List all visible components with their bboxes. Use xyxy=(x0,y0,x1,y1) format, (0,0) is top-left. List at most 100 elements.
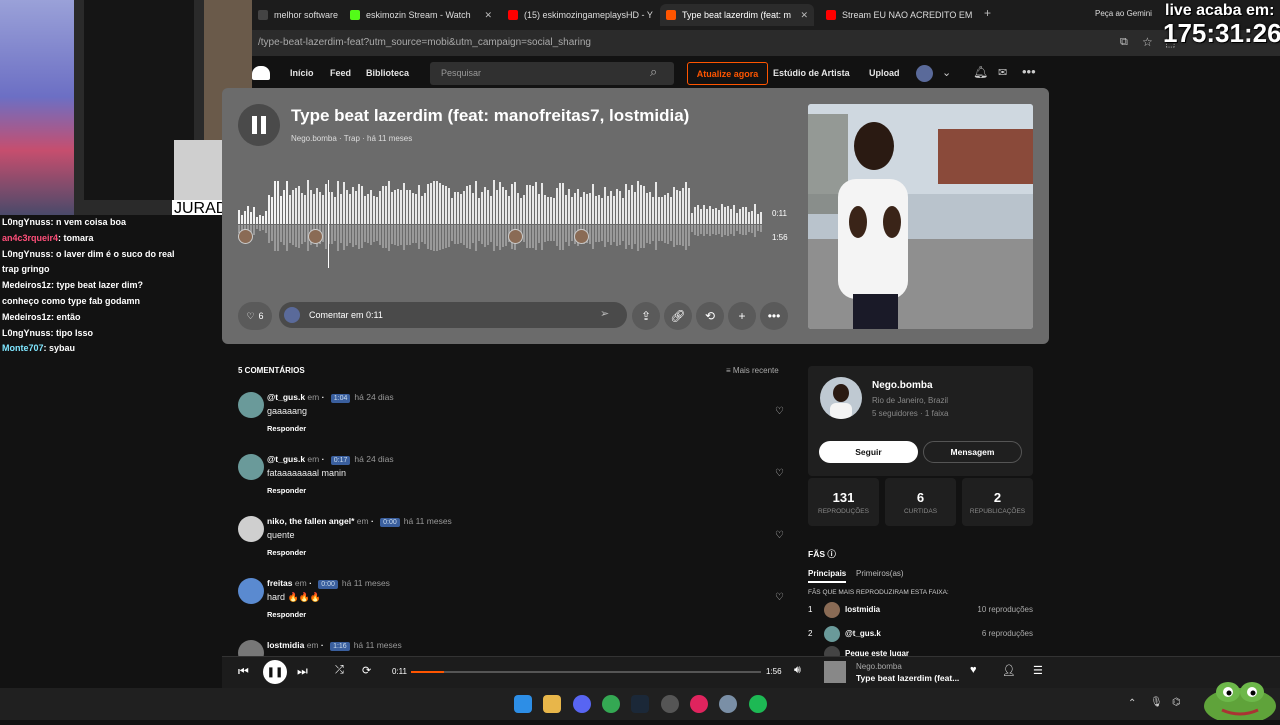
tray-chevron-icon[interactable]: ⌃ xyxy=(1128,698,1136,709)
share-button[interactable]: ⇪ xyxy=(632,302,660,330)
discord-icon[interactable] xyxy=(573,695,591,713)
tab-2[interactable]: eskimozin Stream - Watch ✕ xyxy=(344,4,498,26)
heart-icon[interactable]: ♡ xyxy=(775,468,784,479)
app-icon[interactable] xyxy=(690,695,708,713)
reply-button[interactable]: Responder xyxy=(267,548,306,557)
comment-user[interactable]: @t_gus.k xyxy=(267,454,305,464)
add-to-playlist-button[interactable]: + xyxy=(728,302,756,330)
fan-row[interactable]: 1 lostmidia 10 reproduções xyxy=(808,602,1033,620)
network-icon[interactable]: ⌬ xyxy=(1172,697,1181,708)
info-icon[interactable]: ⓘ xyxy=(827,549,836,559)
shuffle-button[interactable]: ⤮ xyxy=(335,664,344,677)
tab-active[interactable]: Type beat lazerdim (feat: m ✕ xyxy=(660,4,814,26)
chat-user[interactable]: Medeiros1z xyxy=(2,280,51,290)
reply-button[interactable]: Responder xyxy=(267,424,306,433)
player-artwork[interactable] xyxy=(824,661,846,683)
comment-avatar[interactable] xyxy=(238,516,264,542)
chat-user[interactable]: Monte707 xyxy=(2,343,44,353)
comment-user[interactable]: niko, the fallen angel* xyxy=(267,516,354,526)
chat-user[interactable]: L0ngYnuss xyxy=(2,217,51,227)
heart-icon[interactable]: ♡ xyxy=(775,406,784,417)
repeat-button[interactable]: ⟳ xyxy=(362,664,371,677)
close-icon[interactable]: ✕ xyxy=(972,10,976,21)
comment-user[interactable]: freitas xyxy=(267,578,293,588)
tab-1[interactable]: melhor software p xyxy=(252,4,340,26)
reply-button[interactable]: Responder xyxy=(267,486,306,495)
comment-timestamp[interactable]: 1:04 xyxy=(330,394,351,403)
waveform-comment-avatar[interactable] xyxy=(238,229,253,244)
comment-timestamp[interactable]: 0:00 xyxy=(380,518,400,527)
comment-user[interactable]: lostmidia xyxy=(267,640,304,650)
chat-user[interactable]: L0ngYnuss xyxy=(2,249,51,259)
nav-library[interactable]: Biblioteca xyxy=(366,68,409,78)
next-button[interactable]: ⏭︎ xyxy=(297,664,308,679)
chevron-down-icon[interactable]: ⌄ xyxy=(942,66,951,79)
send-icon[interactable]: ➢ xyxy=(600,307,609,320)
url-text[interactable]: /type-beat-lazerdim-feat?utm_source=mobi… xyxy=(258,37,591,48)
comment-timestamp[interactable]: 0:17 xyxy=(330,456,351,465)
tab-5[interactable]: Stream EU NAO ACREDITO EM✕ xyxy=(820,4,976,26)
chat-user[interactable]: L0ngYnuss xyxy=(2,328,51,338)
nav-feed[interactable]: Feed xyxy=(330,68,351,78)
comment-avatar[interactable] xyxy=(238,578,264,604)
comment-timestamp[interactable]: 1:16 xyxy=(330,642,350,651)
chat-user[interactable]: Medeiros1z xyxy=(2,312,51,322)
fans-tab-top[interactable]: Principais xyxy=(808,569,847,583)
track-artist-link[interactable]: Nego.bomba xyxy=(291,134,337,143)
search-icon[interactable]: ⌕ xyxy=(650,64,657,80)
chrome-icon[interactable] xyxy=(602,695,620,713)
follow-button[interactable]: Seguir xyxy=(819,441,918,463)
bookmark-star-icon[interactable]: ☆ xyxy=(1142,35,1153,49)
soundcloud-logo-icon[interactable] xyxy=(252,66,270,80)
messages-icon[interactable]: ✉ xyxy=(998,66,1007,79)
file-explorer-icon[interactable] xyxy=(543,695,561,713)
steam-icon[interactable] xyxy=(631,695,649,713)
artist-avatar[interactable] xyxy=(820,377,862,419)
more-options-icon[interactable]: ••• xyxy=(1022,64,1036,79)
pause-button[interactable] xyxy=(238,104,280,146)
reply-button[interactable]: Responder xyxy=(267,610,306,619)
volume-button[interactable]: 🔊︎ xyxy=(794,664,801,677)
close-icon[interactable]: ✕ xyxy=(653,10,654,21)
close-icon[interactable]: ✕ xyxy=(478,10,492,21)
comment-avatar[interactable] xyxy=(238,392,264,418)
windows-start-icon[interactable] xyxy=(514,695,532,713)
nav-home[interactable]: Início xyxy=(290,68,314,78)
player-title[interactable]: Type beat lazerdim (feat... xyxy=(856,673,959,683)
player-artist[interactable]: Nego.bomba xyxy=(856,662,902,671)
heart-icon[interactable]: ♡ xyxy=(775,592,784,603)
queue-button[interactable]: ☰ xyxy=(1033,664,1043,677)
artist-name[interactable]: Nego.bomba xyxy=(872,380,933,391)
player-progress-bar[interactable] xyxy=(411,671,761,673)
obs-icon[interactable] xyxy=(661,695,679,713)
install-app-icon[interactable]: ⧉ xyxy=(1120,36,1128,49)
like-button[interactable]: ♡ 6 xyxy=(238,302,272,330)
fan-name[interactable]: lostmidia xyxy=(845,605,880,614)
comments-sort[interactable]: ≡ Mais recente xyxy=(726,366,779,375)
fan-row[interactable]: 2 @t_gus.k 6 reproduções xyxy=(808,626,1033,644)
waveform-comment-avatar[interactable] xyxy=(508,229,523,244)
comment-user[interactable]: @t_gus.k xyxy=(267,392,305,402)
waveform-comment-avatar[interactable] xyxy=(574,229,589,244)
nav-artist-studio[interactable]: Estúdio de Artista xyxy=(773,68,850,78)
notifications-bell-icon[interactable]: 🔔︎ xyxy=(973,65,988,79)
tab-3[interactable]: (15) eskimozingameplaysHD - Y✕ xyxy=(502,4,654,26)
gemini-button[interactable]: Peça ao Gemini xyxy=(1095,9,1152,18)
fans-tab-first[interactable]: Primeiros(as) xyxy=(856,569,904,578)
microphone-icon[interactable]: 🎙︎ xyxy=(1150,697,1163,708)
nav-upload[interactable]: Upload xyxy=(869,68,900,78)
player-like-button[interactable]: ♥ xyxy=(970,664,977,676)
new-tab-button[interactable]: + xyxy=(984,6,991,20)
track-genre-tag[interactable]: Trap xyxy=(344,134,360,143)
comment-avatar[interactable] xyxy=(238,454,264,480)
close-icon[interactable]: ✕ xyxy=(794,10,808,21)
message-button[interactable]: Mensagem xyxy=(923,441,1022,463)
chat-user[interactable]: an4c3rqueir4 xyxy=(2,233,58,243)
fan-name[interactable]: @t_gus.k xyxy=(845,629,881,638)
waveform[interactable] xyxy=(238,176,762,270)
spotify-icon[interactable] xyxy=(749,695,767,713)
heart-icon[interactable]: ♡ xyxy=(775,530,784,541)
player-pause-button[interactable]: ❚❚ xyxy=(263,660,287,684)
comment-timestamp[interactable]: 0:00 xyxy=(318,580,338,589)
player-follow-button[interactable]: 👤︎ xyxy=(1002,664,1016,677)
